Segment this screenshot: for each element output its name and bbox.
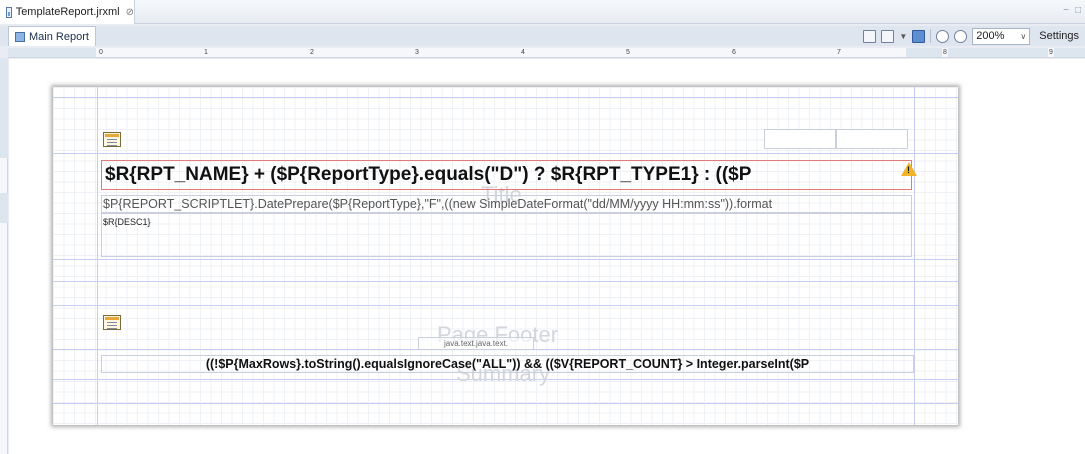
horizontal-ruler: 0 1 2 3 4 5 6 7 8 9: [8, 48, 1085, 58]
right-margin-guide: [914, 87, 915, 425]
page-layout-icon[interactable]: [863, 29, 877, 43]
ruler-number: 2: [309, 48, 315, 57]
editor-tab-strip: TemplateReport.jrxml ⊘ − □: [0, 0, 1085, 24]
minimize-icon[interactable]: −: [1063, 5, 1069, 16]
band-divider: [53, 305, 958, 306]
ruler-number: 8: [942, 48, 948, 57]
ruler-number: 3: [414, 48, 420, 57]
left-margin-guide: [97, 87, 98, 425]
designer-subbar: Main Report ▼ 200% ∨ Settings: [0, 26, 1085, 46]
report-title-textfield[interactable]: $R{RPT_NAME} + ($P{ReportType}.equals("D…: [101, 160, 912, 190]
tab-main-report-label: Main Report: [29, 30, 89, 43]
band-divider: [53, 259, 958, 260]
header-field-box[interactable]: [764, 129, 836, 149]
ruler-number: 7: [836, 48, 842, 57]
print-icon[interactable]: [881, 29, 895, 43]
vertical-ruler: [0, 58, 8, 454]
ruler-number: 6: [731, 48, 737, 57]
zoom-value: 200%: [976, 30, 1005, 42]
bottom-margin-guide: [53, 403, 958, 404]
close-icon[interactable]: ⊘: [126, 7, 134, 18]
java-text-field[interactable]: java.text.java.text.: [418, 337, 534, 350]
summary-textfield[interactable]: ((!$P{MaxRows}.toString().equalsIgnoreCa…: [101, 355, 914, 373]
ruler-top-margin: [0, 58, 8, 158]
top-margin-guide: [53, 97, 958, 98]
report-file-icon: [6, 6, 12, 18]
ruler-number: 1: [203, 48, 209, 57]
header-field-box[interactable]: [836, 129, 908, 149]
chevron-down-icon[interactable]: ▼: [899, 32, 907, 41]
window-controls: − □: [1063, 5, 1081, 16]
description-textfield[interactable]: $R{DESC1}: [101, 213, 912, 257]
tab-main-report[interactable]: Main Report: [8, 26, 96, 46]
date-textfield[interactable]: $P{REPORT_SCRIPTLET}.DatePrepare($P{Repo…: [101, 195, 912, 213]
frame-icon[interactable]: [103, 315, 121, 330]
designer-toolbar: ▼ 200% ∨ Settings: [863, 27, 1079, 45]
editor-tab-title: TemplateReport.jrxml: [15, 6, 120, 18]
ruler-ticks: [8, 52, 1085, 54]
toolbar-separator: [930, 29, 932, 43]
ruler-number: 0: [98, 48, 104, 57]
frame-icon[interactable]: [103, 132, 121, 147]
zoom-select[interactable]: 200% ∨: [972, 27, 1031, 45]
ruler-number: 9: [1048, 48, 1054, 57]
settings-button[interactable]: Settings: [1039, 30, 1079, 42]
zoom-out-icon[interactable]: [954, 29, 968, 43]
chevron-down-icon: ∨: [1020, 31, 1027, 41]
band-divider: [53, 153, 958, 154]
save-icon[interactable]: [912, 29, 926, 43]
ruler-band-marker: [0, 193, 8, 223]
warning-icon[interactable]: !: [901, 162, 917, 176]
report-icon: [15, 31, 25, 42]
zoom-in-icon[interactable]: [936, 29, 950, 43]
maximize-icon[interactable]: □: [1075, 5, 1081, 16]
report-page[interactable]: Title $R{RPT_NAME} + ($P{ReportType}.equ…: [53, 87, 958, 425]
band-divider: [53, 281, 958, 282]
ruler-number: 5: [625, 48, 631, 57]
editor-tab-templatereport[interactable]: TemplateReport.jrxml ⊘: [0, 0, 135, 24]
ruler-number: 4: [520, 48, 526, 57]
design-canvas[interactable]: Title $R{RPT_NAME} + ($P{ReportType}.equ…: [9, 59, 1085, 454]
